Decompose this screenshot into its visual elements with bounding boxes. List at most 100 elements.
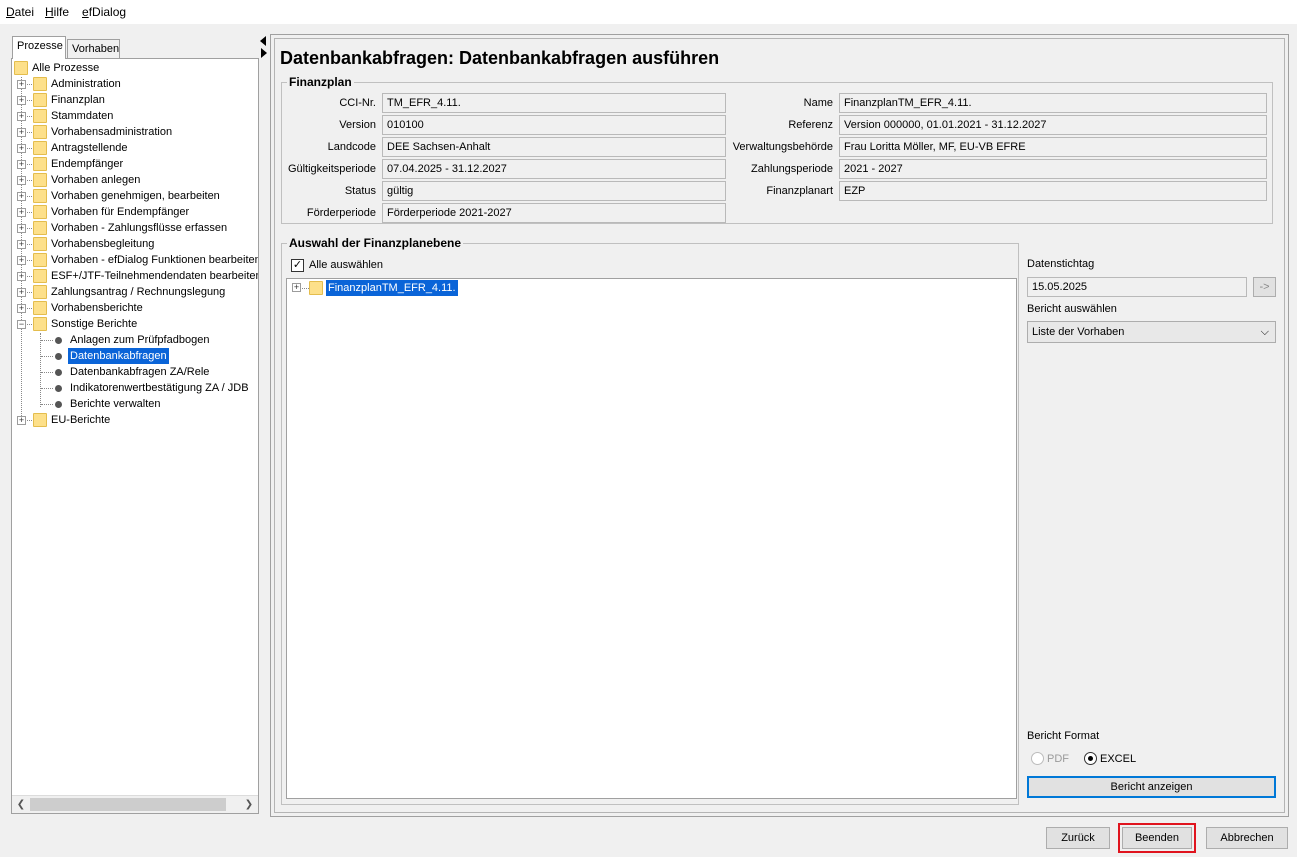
finanzplan-field-value[interactable]: FinanzplanTM_EFR_4.11.: [839, 93, 1267, 113]
collapse-left-icon[interactable]: [260, 36, 266, 46]
tree-item-finanzplan[interactable]: FinanzplanTM_EFR_4.11.: [326, 280, 458, 296]
tree-root[interactable]: Alle Prozesse: [32, 60, 99, 76]
tree-item[interactable]: Vorhabensbegleitung: [51, 236, 154, 252]
finanzplan-field-value[interactable]: 010100: [382, 115, 726, 135]
finanzplan-field-value[interactable]: Version 000000, 01.01.2021 - 31.12.2027: [839, 115, 1267, 135]
tree-item[interactable]: Vorhaben - efDialog Funktionen bearbeite…: [51, 252, 258, 268]
datenstichtag-input[interactable]: 15.05.2025: [1027, 277, 1247, 297]
tree-item[interactable]: Endempfänger: [51, 156, 123, 172]
finanzplan-field-label: Förderperiode: [306, 207, 376, 219]
folder-icon: [33, 253, 47, 267]
tree-horizontal-scrollbar[interactable]: ❮ ❯: [12, 795, 258, 813]
tree-child-item[interactable]: Datenbankabfragen: [68, 348, 169, 364]
tab-vorhaben[interactable]: Vorhaben: [67, 39, 120, 59]
tree-line: [41, 388, 53, 389]
finanzplan-field-value[interactable]: TM_EFR_4.11.: [382, 93, 726, 113]
radio-selected-dot: [1088, 756, 1093, 761]
tree-item[interactable]: Vorhaben - Zahlungsflüsse erfassen: [51, 220, 227, 236]
finanzplan-field-value[interactable]: EZP: [839, 181, 1267, 201]
tab-prozesse[interactable]: Prozesse: [12, 36, 66, 59]
tree-line: [41, 404, 53, 405]
expand-icon[interactable]: +: [17, 176, 26, 185]
tree-child-item[interactable]: Anlagen zum Prüfpfadbogen: [70, 332, 209, 348]
folder-icon: [33, 93, 47, 107]
tree-line: [302, 288, 309, 289]
expand-icon[interactable]: +: [17, 144, 26, 153]
folder-icon: [33, 109, 47, 123]
auswahl-legend: Auswahl der Finanzplanebene: [287, 236, 464, 250]
tree-child-item[interactable]: Berichte verwalten: [70, 396, 161, 412]
expand-icon[interactable]: +: [17, 272, 26, 281]
finanzplan-field-value[interactable]: gültig: [382, 181, 726, 201]
select-all-label[interactable]: Alle auswählen: [309, 257, 383, 273]
leaf-bullet-icon: [55, 401, 62, 408]
finanzplan-tree[interactable]: + FinanzplanTM_EFR_4.11.: [286, 278, 1017, 799]
expand-icon[interactable]: +: [17, 160, 26, 169]
datenstichtag-go-button[interactable]: ->: [1253, 277, 1276, 297]
folder-icon: [33, 317, 47, 331]
scroll-thumb[interactable]: [30, 798, 226, 811]
tree-item[interactable]: Sonstige Berichte: [51, 316, 137, 332]
bericht-anzeigen-button[interactable]: Bericht anzeigen: [1027, 776, 1276, 798]
select-all-checkbox[interactable]: ✓: [291, 259, 304, 272]
tree-item-eu-berichte[interactable]: EU-Berichte: [51, 412, 110, 428]
cancel-button[interactable]: Abbrechen: [1206, 827, 1288, 849]
tree-child-item[interactable]: Indikatorenwertbestätigung ZA / JDB: [70, 380, 249, 396]
folder-icon: [33, 413, 47, 427]
finanzplan-field-label: Version: [339, 119, 376, 131]
expand-icon[interactable]: +: [17, 224, 26, 233]
pdf-radio[interactable]: [1031, 752, 1044, 765]
menu-datei[interactable]: Datei: [6, 5, 34, 19]
finanzplan-field-label: Status: [344, 185, 376, 197]
tree-child-item[interactable]: Datenbankabfragen ZA/Rele: [70, 364, 209, 380]
pdf-label: PDF: [1047, 753, 1069, 765]
tree-item[interactable]: Administration: [51, 76, 121, 92]
scroll-right-icon[interactable]: ❯: [241, 798, 257, 812]
collapse-icon[interactable]: −: [17, 320, 26, 329]
expand-icon[interactable]: +: [17, 208, 26, 217]
finanzplan-field-label: CCI-Nr.: [339, 97, 376, 109]
tree-item[interactable]: Vorhaben anlegen: [51, 172, 140, 188]
finanzplan-field-value[interactable]: 07.04.2025 - 31.12.2027: [382, 159, 726, 179]
folder-icon: [33, 141, 47, 155]
back-button[interactable]: Zurück: [1046, 827, 1110, 849]
expand-icon[interactable]: +: [17, 304, 26, 313]
tree-item[interactable]: ESF+/JTF-Teilnehmendendaten bearbeiten: [51, 268, 258, 284]
finanzplan-field-value[interactable]: DEE Sachsen-Anhalt: [382, 137, 726, 157]
folder-icon: [33, 205, 47, 219]
finanzplan-field-value[interactable]: Förderperiode 2021-2027: [382, 203, 726, 223]
expand-icon[interactable]: +: [17, 96, 26, 105]
folder-icon: [14, 61, 28, 75]
expand-icon[interactable]: +: [17, 192, 26, 201]
tree-item[interactable]: Vorhaben für Endempfänger: [51, 204, 189, 220]
finanzplan-field-value[interactable]: Frau Loritta Möller, MF, EU-VB EFRE: [839, 137, 1267, 157]
finanzplan-field-value[interactable]: 2021 - 2027: [839, 159, 1267, 179]
expand-icon[interactable]: +: [17, 256, 26, 265]
scroll-left-icon[interactable]: ❮: [13, 798, 29, 812]
panel-splitter[interactable]: [259, 36, 268, 816]
tree-item[interactable]: Vorhabensadministration: [51, 124, 172, 140]
tree-item[interactable]: Stammdaten: [51, 108, 113, 124]
tree-item[interactable]: Vorhaben genehmigen, bearbeiten: [51, 188, 220, 204]
expand-icon[interactable]: +: [17, 80, 26, 89]
tree-item[interactable]: Zahlungsantrag / Rechnungslegung: [51, 284, 225, 300]
leaf-bullet-icon: [55, 353, 62, 360]
tree-item[interactable]: Antragstellende: [51, 140, 127, 156]
bericht-select[interactable]: Liste der Vorhaben ⌵: [1027, 321, 1276, 343]
tree-item[interactable]: Vorhabensberichte: [51, 300, 143, 316]
menu-efdialog[interactable]: efDialog: [82, 5, 126, 19]
folder-icon: [33, 285, 47, 299]
expand-icon[interactable]: +: [17, 112, 26, 121]
menu-bar: Datei Hilfe efDialog: [0, 0, 1297, 24]
expand-icon[interactable]: +: [17, 240, 26, 249]
expand-icon[interactable]: +: [17, 288, 26, 297]
tree-item[interactable]: Finanzplan: [51, 92, 105, 108]
expand-icon[interactable]: +: [17, 128, 26, 137]
excel-radio[interactable]: [1084, 752, 1097, 765]
menu-hilfe[interactable]: Hilfe: [45, 5, 69, 19]
finanzplan-field-label: Referenz: [788, 119, 833, 131]
expand-icon[interactable]: +: [292, 283, 301, 292]
finanzplan-field-label: Name: [803, 97, 833, 109]
expand-right-icon[interactable]: [261, 48, 267, 58]
expand-icon[interactable]: +: [17, 416, 26, 425]
